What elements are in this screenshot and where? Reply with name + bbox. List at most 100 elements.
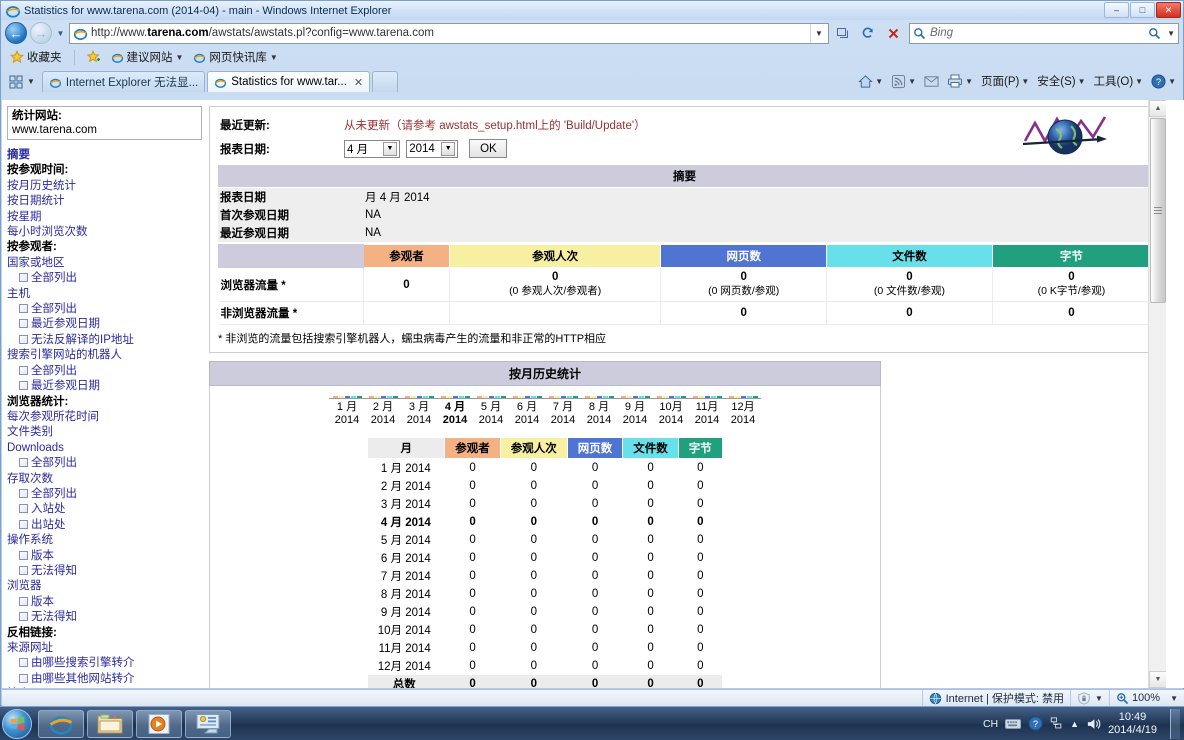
help-menu[interactable]: ? ▼ xyxy=(1148,72,1179,91)
chevron-down-icon[interactable]: ▼ xyxy=(1170,694,1178,703)
scrollbar-thumb[interactable] xyxy=(1150,118,1166,303)
sidebar-item-13-label[interactable]: 搜索引擎网站的机器人 xyxy=(7,348,202,363)
home-button[interactable]: ▼ xyxy=(855,72,886,91)
sidebar-item-35-label[interactable]: 搜索 xyxy=(7,687,202,688)
sidebar-item-19-label[interactable]: Downloads xyxy=(7,441,202,456)
page-menu[interactable]: 页面(P) ▼ xyxy=(978,71,1032,91)
stop-icon[interactable] xyxy=(882,23,904,44)
sidebar-item-29-label[interactable]: 版本 xyxy=(31,596,54,608)
search-box[interactable]: Bing ▼ xyxy=(909,22,1179,44)
sidebar-item-4-label[interactable]: 按星期 xyxy=(7,210,202,225)
chevron-down-icon[interactable]: ▼ xyxy=(965,77,973,86)
sidebar-item-27-label[interactable]: 无法得知 xyxy=(31,565,77,577)
page-scrollbar[interactable]: ▲ ▼ xyxy=(1148,100,1166,688)
favorites-button[interactable]: 收藏夹 xyxy=(7,48,65,66)
sidebar-item-7-label[interactable]: 国家或地区 xyxy=(7,256,202,271)
quick-tabs-icon[interactable] xyxy=(7,73,25,91)
help-tray-icon[interactable]: ? xyxy=(1028,716,1043,731)
sidebar-item-20[interactable]: 全部列出 xyxy=(7,456,202,471)
security-zone[interactable]: Internet | 保护模式: 禁用 xyxy=(921,690,1070,706)
sidebar-item-0-label[interactable]: 摘要 xyxy=(7,148,202,163)
sidebar-item-4[interactable]: 按星期 xyxy=(7,210,202,225)
new-tab-button[interactable] xyxy=(372,71,399,92)
ok-button[interactable]: OK xyxy=(469,139,508,158)
sidebar-item-3-label[interactable]: 按日期统计 xyxy=(7,194,202,209)
sidebar-item-32-label[interactable]: 来源网址 xyxy=(7,641,202,656)
sidebar-item-5[interactable]: 每小时浏览次数 xyxy=(7,225,202,240)
sidebar-item-28[interactable]: 浏览器 xyxy=(7,579,202,594)
sidebar-item-26-label[interactable]: 版本 xyxy=(31,550,54,562)
chevron-down-icon[interactable]: ▼ xyxy=(1021,77,1029,86)
sidebar-item-11-label[interactable]: 最近参观日期 xyxy=(31,318,100,330)
feeds-button[interactable]: ▼ xyxy=(888,72,919,91)
show-hidden-icons-button[interactable]: ▲ xyxy=(1070,719,1079,729)
sidebar-item-21-label[interactable]: 存取次数 xyxy=(7,472,202,487)
taskbar-item-internet-explorer[interactable] xyxy=(38,709,84,738)
sidebar-item-17-label[interactable]: 每次参观所花时间 xyxy=(7,410,202,425)
volume-icon[interactable] xyxy=(1086,717,1101,731)
chevron-down-icon[interactable]: ▼ xyxy=(1078,77,1086,86)
network-icon[interactable] xyxy=(1050,716,1063,731)
sidebar-item-2[interactable]: 按月历史统计 xyxy=(7,179,202,194)
sidebar-item-18-label[interactable]: 文件类别 xyxy=(7,425,202,440)
sidebar-item-32[interactable]: 来源网址 xyxy=(7,641,202,656)
chevron-down-icon[interactable]: ▼ xyxy=(1095,694,1103,703)
chevron-down-icon[interactable]: ▼ xyxy=(875,77,883,86)
clock[interactable]: 10:49 2014/4/19 xyxy=(1108,711,1157,737)
search-provider-dropdown-icon[interactable]: ▼ xyxy=(1167,29,1175,38)
start-button[interactable] xyxy=(2,708,32,739)
sidebar-item-9-label[interactable]: 主机 xyxy=(7,287,202,302)
search-input[interactable]: Bing xyxy=(930,27,1148,39)
sidebar-item-29[interactable]: 版本 xyxy=(7,595,202,610)
tab-1[interactable]: Statistics for www.tar... ✕ xyxy=(207,71,371,92)
sidebar-item-2-label[interactable]: 按月历史统计 xyxy=(7,179,202,194)
sidebar-item-33-label[interactable]: 由哪些搜索引擎转介 xyxy=(31,657,135,669)
sidebar-item-13[interactable]: 搜索引擎网站的机器人 xyxy=(7,348,202,363)
sidebar-item-10[interactable]: 全部列出 xyxy=(7,302,202,317)
scroll-up-button[interactable]: ▲ xyxy=(1149,100,1166,117)
address-bar[interactable]: http://www.tarena.com/awstats/awstats.pl… xyxy=(69,22,829,44)
sidebar-item-8[interactable]: 全部列出 xyxy=(7,271,202,286)
chevron-down-icon[interactable]: ▼ xyxy=(270,53,278,62)
sidebar-item-25[interactable]: 操作系统 xyxy=(7,533,202,548)
year-select[interactable]: 2014 ▼ xyxy=(406,139,459,158)
read-mail-button[interactable] xyxy=(921,73,942,90)
sidebar-item-24-label[interactable]: 出站处 xyxy=(31,519,66,531)
address-dropdown-icon[interactable]: ▼ xyxy=(810,23,827,43)
chevron-down-icon[interactable]: ▼ xyxy=(1135,77,1143,86)
tab-0[interactable]: Internet Explorer 无法显... xyxy=(41,71,206,92)
safety-menu[interactable]: 安全(S) ▼ xyxy=(1034,71,1088,91)
chevron-down-icon[interactable]: ▼ xyxy=(908,77,916,86)
scroll-down-button[interactable]: ▼ xyxy=(1149,671,1166,688)
sidebar-item-33[interactable]: 由哪些搜索引擎转介 xyxy=(7,656,202,671)
favorites-bar-item-1[interactable]: 网页快讯库 ▼ xyxy=(190,48,280,66)
sidebar-item-8-label[interactable]: 全部列出 xyxy=(31,272,77,284)
maximize-button[interactable]: □ xyxy=(1130,2,1155,18)
sidebar-item-24[interactable]: 出站处 xyxy=(7,518,202,533)
sidebar-item-11[interactable]: 最近参观日期 xyxy=(7,317,202,332)
print-button[interactable]: ▼ xyxy=(944,72,976,90)
protected-mode-indicator[interactable]: ▼ xyxy=(1070,690,1109,706)
address-url[interactable]: http://www.tarena.com/awstats/awstats.pl… xyxy=(91,27,810,39)
tab-close-icon[interactable]: ✕ xyxy=(354,76,363,89)
sidebar-item-30-label[interactable]: 无法得知 xyxy=(31,611,77,623)
refresh-icon[interactable] xyxy=(857,23,879,44)
sidebar-item-22[interactable]: 全部列出 xyxy=(7,487,202,502)
compatibility-view-icon[interactable] xyxy=(832,23,854,44)
zoom-control[interactable]: 100% ▼ xyxy=(1108,690,1184,706)
sidebar-item-25-label[interactable]: 操作系统 xyxy=(7,533,202,548)
tools-menu[interactable]: 工具(O) ▼ xyxy=(1091,71,1147,91)
sidebar-item-15[interactable]: 最近参观日期 xyxy=(7,379,202,394)
chevron-down-icon[interactable]: ▼ xyxy=(176,53,184,62)
sidebar-item-27[interactable]: 无法得知 xyxy=(7,564,202,579)
back-button[interactable]: ← xyxy=(5,22,27,44)
month-select[interactable]: 4 月 ▼ xyxy=(344,139,400,158)
sidebar-item-10-label[interactable]: 全部列出 xyxy=(31,303,77,315)
minimize-button[interactable]: – xyxy=(1104,2,1129,18)
chevron-down-icon[interactable]: ▼ xyxy=(1168,77,1176,86)
sidebar-item-20-label[interactable]: 全部列出 xyxy=(31,457,77,469)
sidebar-item-5-label[interactable]: 每小时浏览次数 xyxy=(7,225,202,240)
sidebar-item-17[interactable]: 每次参观所花时间 xyxy=(7,410,202,425)
forward-button[interactable]: → xyxy=(30,22,52,44)
taskbar-item-media-player[interactable] xyxy=(136,709,182,738)
